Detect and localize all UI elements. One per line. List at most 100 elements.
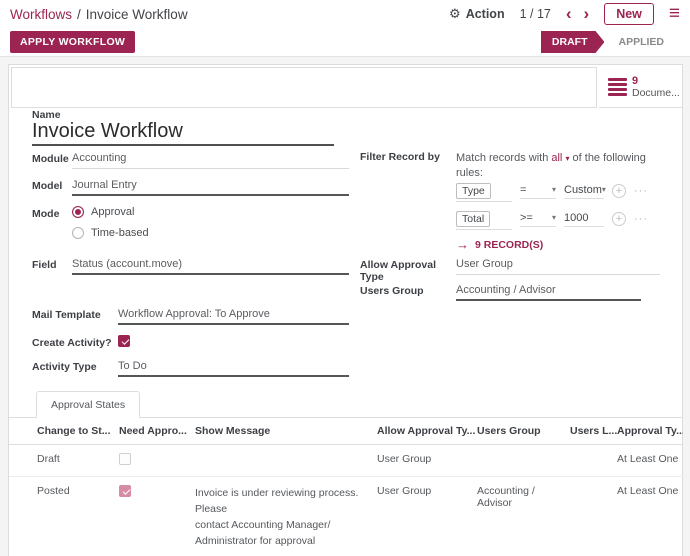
filter-rule-row: Type =▾ Custom▾ + ···: [456, 181, 648, 201]
cell-allow-type[interactable]: User Group: [377, 445, 477, 477]
create-activity-label: Create Activity?: [32, 335, 118, 349]
match-rules-text: rules:: [456, 166, 682, 181]
table-header-row: Change to St... Need Appro... Show Messa…: [9, 418, 683, 445]
documents-count: 9: [632, 75, 680, 87]
module-input[interactable]: Accounting: [72, 151, 349, 169]
table-row-draft[interactable]: Draft User Group At Least One: [9, 445, 683, 477]
model-label: Model: [32, 178, 72, 192]
mode-option-time-based[interactable]: Time-based: [72, 227, 149, 239]
documents-label: Docume...: [632, 87, 680, 99]
rule-operator-select[interactable]: >=▾: [520, 212, 556, 227]
rule-options-icon[interactable]: ···: [634, 185, 648, 197]
users-group-input[interactable]: Accounting / Advisor: [456, 283, 641, 301]
cell-change-to[interactable]: Posted: [9, 477, 119, 556]
caret-down-icon: ▾: [552, 185, 556, 194]
breadcrumb-current: Invoice Workflow: [86, 7, 188, 22]
mail-template-label: Mail Template: [32, 307, 118, 321]
allow-approval-type-input[interactable]: User Group: [456, 257, 660, 275]
cell-need-approval: [119, 477, 195, 556]
add-rule-icon[interactable]: +: [612, 212, 626, 226]
new-button[interactable]: New: [604, 3, 654, 25]
chevron-left-icon[interactable]: ‹: [566, 7, 572, 21]
allow-approval-type-label: Allow Approval Type: [360, 257, 456, 283]
cell-message[interactable]: [195, 445, 377, 477]
col-allow-approval-type: Allow Approval Ty...: [377, 418, 477, 445]
cell-message[interactable]: Invoice is under reviewing process. Plea…: [195, 477, 377, 556]
documents-smart-button[interactable]: 9 Docume...: [599, 67, 682, 108]
odoo-workflow-form: Workflows / Invoice Workflow ⚙ Action 1 …: [0, 0, 690, 556]
users-group-label: Users Group: [360, 283, 456, 297]
cell-allow-type[interactable]: User Group: [377, 477, 477, 556]
col-users-level: Users L...: [570, 418, 617, 445]
rule-field-cell[interactable]: Type: [456, 181, 512, 202]
gear-icon: ⚙: [449, 6, 461, 22]
breadcrumb: Workflows / Invoice Workflow: [10, 7, 188, 22]
cell-need-approval: [119, 445, 195, 477]
rule-field-tag[interactable]: Total: [456, 211, 490, 227]
add-rule-icon[interactable]: +: [612, 184, 626, 198]
activity-type-input[interactable]: To Do: [118, 359, 349, 377]
need-approval-checkbox[interactable]: [119, 485, 131, 497]
caret-down-icon: ▾: [565, 154, 569, 163]
rule-field-cell[interactable]: Total: [456, 209, 512, 230]
cell-change-to[interactable]: Draft: [9, 445, 119, 477]
hamburger-menu-icon[interactable]: ≡: [669, 6, 680, 22]
match-with-text: Match records with: [456, 152, 548, 164]
button-box: [11, 67, 597, 108]
col-approval-type: Approval Ty...: [617, 418, 683, 445]
caret-down-icon: ▾: [552, 213, 556, 222]
mode-radio-group: Approval Time-based: [72, 206, 149, 239]
chevron-right-icon[interactable]: ›: [584, 7, 590, 21]
cell-users-level[interactable]: [570, 445, 617, 477]
status-applied[interactable]: APPLIED: [604, 36, 676, 48]
cell-users-group[interactable]: [477, 445, 570, 477]
action-menu-label: Action: [466, 7, 505, 21]
status-bar: DRAFT APPLIED: [541, 31, 680, 53]
module-label: Module: [32, 151, 72, 165]
rule-operator-select[interactable]: =▾: [520, 184, 556, 199]
journal-icon: [608, 78, 627, 96]
cell-users-group[interactable]: Accounting / Advisor: [477, 477, 570, 556]
breadcrumb-workflows-link[interactable]: Workflows: [10, 7, 72, 22]
rule-field-tag[interactable]: Type: [456, 183, 491, 199]
apply-workflow-button[interactable]: APPLY WORKFLOW: [10, 31, 135, 53]
rule-options-icon[interactable]: ···: [634, 213, 648, 225]
name-input[interactable]: Invoice Workflow: [32, 120, 334, 146]
radio-time-based-icon[interactable]: [72, 227, 84, 239]
need-approval-checkbox[interactable]: [119, 453, 131, 465]
match-mode-dropdown[interactable]: all ▾: [551, 152, 569, 164]
create-activity-checkbox[interactable]: [118, 335, 130, 347]
table-row-posted[interactable]: Posted Invoice is under reviewing proces…: [9, 477, 683, 556]
top-bar: Workflows / Invoice Workflow ⚙ Action 1 …: [0, 0, 690, 28]
filter-rule-row: Total >=▾ 1000 + ···: [456, 209, 648, 229]
mode-approval-label: Approval: [91, 206, 134, 218]
top-bar-controls: ⚙ Action 1 / 17 ‹ › New ≡: [449, 3, 680, 25]
status-draft[interactable]: DRAFT: [541, 31, 605, 53]
mode-option-approval[interactable]: Approval: [72, 206, 149, 218]
rule-value-input[interactable]: 1000: [564, 212, 604, 227]
breadcrumb-separator: /: [77, 7, 81, 22]
col-need-approval: Need Appro...: [119, 418, 195, 445]
caret-down-icon: ▾: [602, 185, 606, 194]
model-input[interactable]: Journal Entry: [72, 178, 349, 196]
cell-approval-type[interactable]: At Least One: [617, 445, 683, 477]
col-users-group: Users Group: [477, 418, 570, 445]
rule-value-select[interactable]: Custom▾: [564, 184, 604, 199]
records-count-link[interactable]: → 9 RECORD(S): [456, 237, 543, 252]
match-of-text: of the following: [573, 152, 646, 164]
approval-states-table: Change to St... Need Appro... Show Messa…: [9, 418, 683, 556]
col-change-to-state: Change to St...: [9, 418, 119, 445]
activity-type-label: Activity Type: [32, 359, 118, 373]
action-menu-button[interactable]: ⚙ Action: [449, 6, 505, 22]
tab-approval-states[interactable]: Approval States: [36, 391, 140, 418]
action-bar: APPLY WORKFLOW DRAFT APPLIED: [0, 28, 690, 57]
mail-template-input[interactable]: Workflow Approval: To Approve: [118, 307, 349, 325]
records-count-text: 9 RECORD(S): [475, 239, 543, 251]
cell-users-level[interactable]: [570, 477, 617, 556]
cell-approval-type[interactable]: At Least One: [617, 477, 683, 556]
record-pager: 1 / 17: [520, 7, 551, 21]
form-sheet: 9 Docume... Name Invoice Workflow Module…: [8, 64, 683, 556]
radio-approval-icon[interactable]: [72, 206, 84, 218]
field-input[interactable]: Status (account.move): [72, 257, 349, 275]
mode-time-based-label: Time-based: [91, 227, 149, 239]
